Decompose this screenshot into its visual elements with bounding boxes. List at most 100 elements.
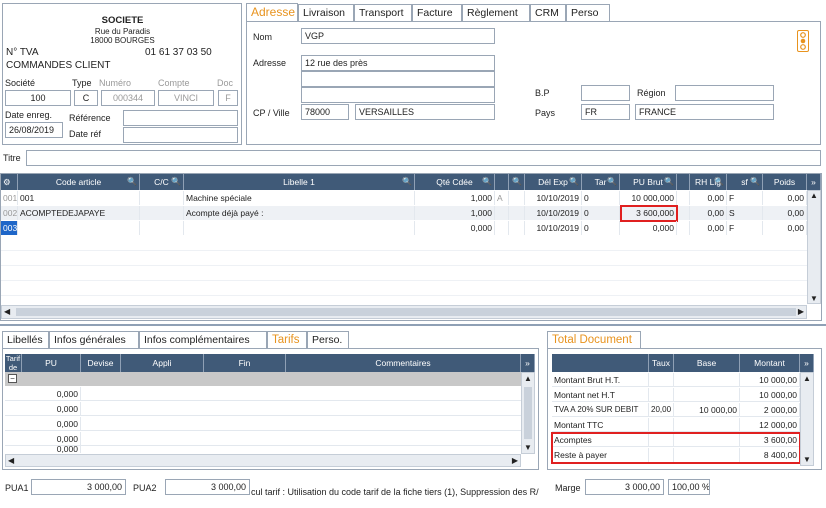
tab-infos-generales[interactable]: Infos générales [49,331,139,348]
tab-adresse[interactable]: Adresse [246,3,298,21]
row-qte[interactable]: 0,000 [415,221,495,235]
lines-header-del[interactable]: Dél Exp 🔍 [525,174,582,190]
chevrons-down-icon[interactable]: » [807,174,821,190]
tarifs-row[interactable]: 0,000 [5,387,521,401]
pua1-field[interactable]: 3 000,00 [31,479,126,495]
tarifs-row[interactable]: 0,000 [5,402,521,416]
search-icon[interactable]: 🔍 [750,174,760,190]
scroll-thumb[interactable] [16,308,796,316]
tarifs-header-devise[interactable]: Devise [81,354,121,372]
row-del[interactable]: 10/10/2019 [525,191,582,205]
tab-total-document[interactable]: Total Document [547,331,641,348]
row-sf[interactable]: F [727,221,763,235]
row-tar[interactable]: 0 [582,191,620,205]
scroll-down-icon[interactable]: ▼ [524,443,532,452]
scroll-left-icon[interactable]: ◀ [4,307,10,316]
nom-field[interactable]: VGP [301,28,495,44]
lines-horizontal-scrollbar[interactable]: ◀ ▶ [1,305,807,319]
row-x[interactable] [509,206,525,220]
tab-infos-complementaires[interactable]: Infos complémentaires [139,331,267,348]
chevrons-down-icon[interactable]: » [800,354,814,372]
row-del[interactable]: 10/10/2019 [525,221,582,235]
tab-facture[interactable]: Facture [412,4,462,21]
scroll-right-icon[interactable]: ▶ [798,307,804,316]
lines-header-pu[interactable]: PU Brut 🔍 [620,174,677,190]
search-icon[interactable]: 🔍 [607,174,617,190]
lines-header-cc[interactable]: C/C 🔍 [140,174,184,190]
row-del[interactable]: 10/10/2019 [525,206,582,220]
lines-header-x[interactable]: 🔍 [509,174,525,190]
lines-header-rhx[interactable] [677,174,690,190]
lines-header-select[interactable]: ⚙ [1,174,18,190]
scroll-thumb[interactable] [524,387,532,439]
row-code[interactable]: 001 [18,191,140,205]
tarifs-vertical-scrollbar[interactable]: ▲ ▼ [521,372,535,454]
table-row[interactable]: 001 001 Machine spéciale 1,000 A 10/10/2… [1,191,807,205]
scroll-up-icon[interactable]: ▲ [524,374,532,383]
row-sf[interactable]: F [727,191,763,205]
scroll-up-icon[interactable]: ▲ [803,374,811,383]
scroll-left-icon[interactable]: ◀ [8,456,14,465]
tarifs-selected-row[interactable]: − [5,372,521,386]
tarifs-pu[interactable]: 0,000 [22,432,81,446]
pays-code-field[interactable]: FR [581,104,630,120]
cp-field[interactable]: 78000 [301,104,349,120]
row-rh[interactable]: 0,00 [690,191,727,205]
table-row[interactable]: 003 0,000 10/10/2019 0 0,000 0,00 F 0,00 [1,221,807,235]
row-libelle[interactable]: Machine spéciale [184,191,415,205]
row-libelle[interactable]: Acompte déjà payé : [184,206,415,220]
row-tar[interactable]: 0 [582,221,620,235]
lines-header-qte[interactable]: Qté Cdée 🔍 [415,174,495,190]
tarifs-row[interactable]: 0,000 [5,432,521,446]
row-cc[interactable] [140,206,184,220]
row-qte[interactable]: 1,000 [415,206,495,220]
lines-header-libelle[interactable]: Libelle 1 🔍 [184,174,415,190]
tarifs-header-pu[interactable]: PU [22,354,81,372]
pua2-field[interactable]: 3 000,00 [165,479,250,495]
tarifs-pu[interactable]: 0,000 [22,417,81,431]
tab-tarifs[interactable]: Tarifs [267,331,307,348]
search-icon[interactable]: 🔍 [714,174,724,190]
adresse3-field[interactable] [301,87,495,103]
lines-vertical-scrollbar[interactable]: ▲ ▼ [807,190,821,304]
search-icon[interactable]: 🔍 [512,174,522,190]
total-vertical-scrollbar[interactable]: ▲ ▼ [800,372,814,466]
traffic-light-icon[interactable] [797,30,809,52]
tab-livraison[interactable]: Livraison [298,4,354,21]
tarifs-row[interactable]: 0,000 [5,417,521,431]
type-field[interactable]: C [74,90,98,106]
adresse2-field[interactable] [301,71,495,87]
numero-field[interactable]: 000344 [101,90,155,106]
collapse-icon[interactable]: − [8,374,17,383]
search-icon[interactable]: 🔍 [664,174,674,190]
row-pu[interactable]: 10 000,000 [620,191,677,205]
date-field[interactable]: 26/08/2019 [5,122,63,138]
lines-header-rh[interactable]: RH Lig 🔍 [690,174,727,190]
adresse1-field[interactable]: 12 rue des près [301,55,495,71]
lines-header-code[interactable]: Code article 🔍 [18,174,140,190]
tarifs-row[interactable]: 0,000 [5,445,521,453]
row-a[interactable]: A [495,191,509,205]
search-icon[interactable]: 🔍 [482,174,492,190]
tarifs-header-appli[interactable]: Appli [121,354,204,372]
lines-header-poids[interactable]: Poids [763,174,807,190]
row-poids[interactable]: 0,00 [763,206,807,220]
scroll-down-icon[interactable]: ▼ [803,455,811,464]
row-rh[interactable]: 0,00 [690,206,727,220]
doc-field[interactable]: F [218,90,238,106]
compte-field[interactable]: VINCI [158,90,214,106]
tarifs-header-commentaires[interactable]: Commentaires [286,354,521,372]
row-cc[interactable] [140,221,184,235]
row-cc[interactable] [140,191,184,205]
lines-header-tar[interactable]: Tar 🔍 [582,174,620,190]
region-field[interactable] [675,85,774,101]
row-rhx[interactable] [677,191,690,205]
tarifs-header-fin[interactable]: Fin [204,354,286,372]
row-qte[interactable]: 1,000 [415,191,495,205]
tarifs-pu[interactable]: 0,000 [22,445,81,453]
row-code[interactable]: ACOMPTEDEJAPAYE [18,206,140,220]
row-rh[interactable]: 0,00 [690,221,727,235]
chevrons-down-icon[interactable]: » [521,354,535,372]
tab-perso[interactable]: Perso [566,4,610,21]
row-pu[interactable]: 0,000 [620,221,677,235]
